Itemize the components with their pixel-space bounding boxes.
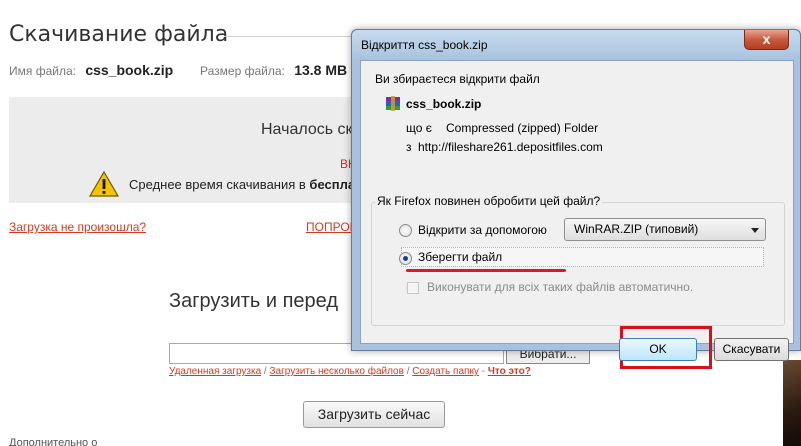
file-type-value: Compressed (zipped) Folder — [446, 121, 599, 135]
file-name-label: Имя файла: — [9, 64, 76, 78]
cancel-button[interactable]: Скасувати — [714, 338, 789, 361]
save-file-label[interactable]: Зберегти файл — [418, 250, 502, 264]
open-file-dialog: Відкриття css_book.zip x Ви збираєтеся в… — [351, 29, 801, 369]
chevron-down-icon — [751, 228, 759, 233]
close-button[interactable]: x — [744, 30, 789, 50]
file-size-label: Размер файла: — [200, 64, 285, 78]
download-started-text: Началось ск — [261, 121, 353, 138]
file-size-value: 13.8 МВ — [294, 62, 348, 78]
file-size-meta: Размер файла: 13.8 МВ — [200, 62, 347, 78]
winrar-archive-icon — [386, 96, 400, 111]
open-with-app-select[interactable]: WinRAR.ZIP (типовий) — [564, 218, 766, 241]
close-icon: x — [762, 31, 771, 47]
create-folder-link[interactable]: Создать папку — [412, 366, 479, 377]
dialog-titlebar[interactable]: Відкриття css_book.zip x — [352, 30, 800, 60]
upload-now-button[interactable]: Загрузить сейчас — [303, 401, 445, 428]
dialog-file-name: css_book.zip — [406, 97, 482, 111]
side-photo — [783, 360, 801, 446]
dialog-title: Відкриття css_book.zip — [361, 38, 488, 52]
page-title: Скачивание файла — [9, 22, 229, 47]
file-source-value: http://fileshare261.depositfiles.com — [418, 140, 603, 154]
open-with-radio[interactable] — [399, 224, 412, 237]
try-again-link[interactable]: ПОПРОЕ — [306, 220, 358, 234]
title-rule — [224, 36, 364, 37]
ok-button[interactable]: OK — [619, 338, 697, 361]
file-name-value: css_book.zip — [85, 62, 174, 78]
auto-action-label: Виконувати для всіх таких файлів автомат… — [427, 280, 694, 294]
auto-action-checkbox[interactable] — [407, 282, 419, 294]
upload-multiple-link[interactable]: Загрузить несколько файлов — [270, 366, 404, 377]
warning-icon — [89, 171, 119, 197]
download-failed-link[interactable]: Загрузка не произошла? — [9, 220, 146, 234]
file-name-meta: Имя файла: css_book.zip — [9, 62, 173, 78]
dialog-question: Ви збираєтеся відкрити файл — [375, 72, 540, 86]
handling-question: Як Firefox повинен обробити цей файл? — [375, 194, 603, 208]
file-source-label: з — [406, 140, 412, 154]
open-with-app-value: WinRAR.ZIP (типовий) — [574, 222, 699, 236]
upload-heading: Загрузить и перед — [169, 290, 339, 312]
open-with-label[interactable]: Відкрити за допомогою — [418, 223, 547, 237]
bottom-text: Дополнительно о — [9, 437, 98, 446]
dialog-body: Ви збираєтеся відкрити файл css_book.zip… — [360, 60, 794, 369]
avg-time-text: Среднее время скачивания в — [129, 177, 306, 192]
red-underline-annotation — [406, 269, 566, 272]
what-is-this-link[interactable]: Что это? — [488, 366, 531, 377]
save-file-radio[interactable] — [399, 252, 412, 265]
upload-links: Удаленная загрузка / Загрузить несколько… — [169, 366, 531, 377]
avg-download-time: Среднее время скачивания в бесплат — [129, 177, 361, 192]
remote-upload-link[interactable]: Удаленная загрузка — [169, 366, 261, 377]
file-type-label: що є — [406, 121, 432, 135]
